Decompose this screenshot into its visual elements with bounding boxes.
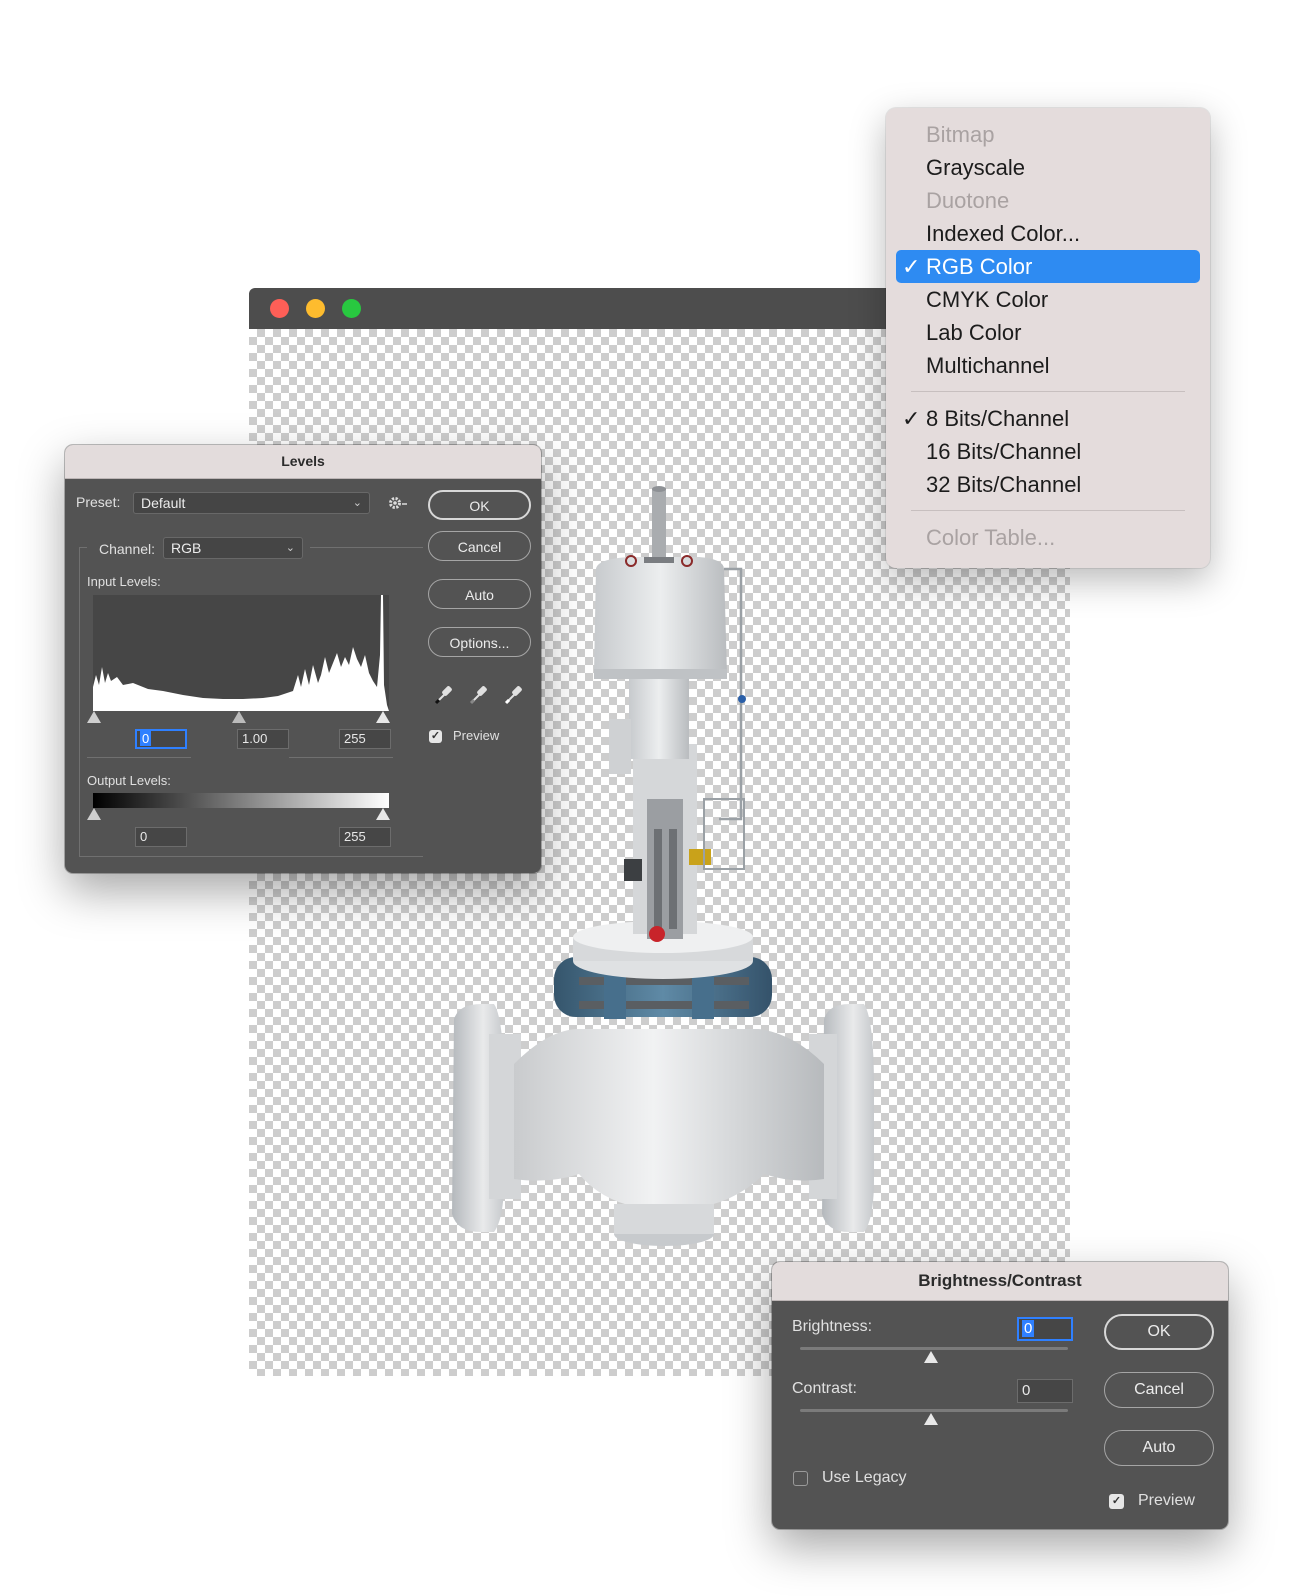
zoom-icon[interactable] <box>342 299 361 318</box>
levels-dialog: Levels Preset: Default ⌄ Channel: RGB ⌄ … <box>65 445 541 873</box>
output-white-field[interactable]: 255 <box>339 827 391 847</box>
menu-item-label: 16 Bits/Channel <box>926 439 1082 464</box>
contrast-label: Contrast: <box>792 1380 857 1397</box>
input-black-value: 0 <box>140 731 152 746</box>
brightness-slider-track[interactable] <box>800 1347 1068 1350</box>
channel-value: RGB <box>171 540 202 556</box>
menu-item-label: 32 Bits/Channel <box>926 472 1082 497</box>
separator <box>87 757 191 758</box>
channel-select[interactable]: RGB ⌄ <box>163 537 303 559</box>
cancel-button[interactable]: Cancel <box>1104 1372 1214 1408</box>
levels-dialog-title: Levels <box>65 445 541 479</box>
separator <box>289 757 393 758</box>
chevron-down-icon: ⌄ <box>352 497 362 509</box>
ok-button[interactable]: OK <box>1104 1314 1214 1350</box>
menu-item-label: CMYK Color <box>926 287 1049 312</box>
levels-preview-label: Preview <box>453 728 500 743</box>
contrast-slider-thumb[interactable] <box>924 1413 938 1425</box>
use-legacy-label: Use Legacy <box>822 1469 907 1486</box>
auto-button[interactable]: Auto <box>428 579 531 609</box>
options-button[interactable]: Options... <box>428 627 531 657</box>
preset-select[interactable]: Default ⌄ <box>133 492 370 514</box>
menu-item-label: 8 Bits/Channel <box>926 406 1070 431</box>
chevron-down-icon: ⌄ <box>285 542 295 554</box>
checkmark-icon: ✓ <box>902 406 921 431</box>
input-levels-label: Input Levels: <box>87 574 161 589</box>
contrast-field[interactable]: 0 <box>1017 1379 1073 1403</box>
menu-item-multichannel[interactable]: Multichannel <box>896 349 1200 382</box>
menu-item-indexed-color[interactable]: Indexed Color... <box>896 217 1200 250</box>
menu-item-label: Duotone <box>926 188 1010 213</box>
brightness-value: 0 <box>1022 1320 1035 1337</box>
menu-item-lab-color[interactable]: Lab Color <box>896 316 1200 349</box>
white-eyedropper-icon[interactable] <box>504 683 524 705</box>
menu-separator <box>911 510 1185 511</box>
minimize-icon[interactable] <box>306 299 325 318</box>
output-white-slider[interactable] <box>376 808 390 820</box>
gray-eyedropper-icon[interactable] <box>469 683 489 705</box>
menu-item-label: Bitmap <box>926 122 995 147</box>
menu-item-label: Grayscale <box>926 155 1026 180</box>
auto-button[interactable]: Auto <box>1104 1430 1214 1466</box>
output-gradient-bar <box>93 793 389 808</box>
channel-group-line <box>310 547 423 548</box>
ok-button[interactable]: OK <box>428 490 531 520</box>
output-black-slider[interactable] <box>87 808 101 820</box>
menu-item-grayscale[interactable]: Grayscale <box>896 151 1200 184</box>
menu-item-label: Lab Color <box>926 320 1022 345</box>
channel-group-line <box>79 856 423 857</box>
bc-preview-label: Preview <box>1138 1492 1195 1509</box>
close-icon[interactable] <box>270 299 289 318</box>
preset-label: Preset: <box>76 494 121 510</box>
channel-group-line <box>79 547 87 548</box>
menu-item-cmyk-color[interactable]: CMYK Color <box>896 283 1200 316</box>
checkmark-icon: ✓ <box>902 254 921 279</box>
menu-item-32-bits[interactable]: 32 Bits/Channel <box>896 468 1200 501</box>
channel-label: Channel: <box>99 541 156 557</box>
menu-item-label: Multichannel <box>926 353 1050 378</box>
output-black-field[interactable]: 0 <box>135 827 187 847</box>
bc-preview-checkbox[interactable]: ✓ <box>1109 1494 1124 1509</box>
gear-icon[interactable] <box>387 494 409 512</box>
menu-item-rgb-color[interactable]: ✓ RGB Color <box>896 250 1200 283</box>
menu-item-label: Color Table... <box>926 525 1056 550</box>
black-eyedropper-icon[interactable] <box>434 683 454 705</box>
menu-item-8-bits[interactable]: ✓ 8 Bits/Channel <box>896 402 1200 435</box>
channel-group-line <box>79 547 80 857</box>
brightness-label: Brightness: <box>792 1318 873 1335</box>
input-white-slider[interactable] <box>376 711 390 723</box>
input-black-slider[interactable] <box>87 711 101 723</box>
preset-value: Default <box>141 495 186 511</box>
output-levels-label: Output Levels: <box>87 773 171 788</box>
menu-separator <box>911 391 1185 392</box>
use-legacy-checkbox[interactable] <box>793 1471 808 1486</box>
brightness-contrast-title: Brightness/Contrast <box>772 1262 1228 1301</box>
contrast-slider-track[interactable] <box>800 1409 1068 1412</box>
menu-item-label: RGB Color <box>926 254 1033 279</box>
menu-item-16-bits[interactable]: 16 Bits/Channel <box>896 435 1200 468</box>
cancel-button[interactable]: Cancel <box>428 531 531 561</box>
histogram <box>93 595 389 711</box>
input-white-field[interactable]: 255 <box>339 729 391 749</box>
levels-preview-checkbox[interactable]: ✓ <box>429 730 442 743</box>
brightness-contrast-dialog: Brightness/Contrast Brightness: 0 Contra… <box>772 1262 1228 1529</box>
menu-item-bitmap[interactable]: Bitmap <box>896 118 1200 151</box>
brightness-field[interactable]: 0 <box>1017 1317 1073 1341</box>
menu-item-label: Indexed Color... <box>926 221 1081 246</box>
menu-item-color-table[interactable]: Color Table... <box>896 521 1200 554</box>
input-gamma-field[interactable]: 1.00 <box>237 729 289 749</box>
input-black-field[interactable]: 0 <box>135 729 187 749</box>
brightness-slider-thumb[interactable] <box>924 1351 938 1363</box>
menu-item-duotone[interactable]: Duotone <box>896 184 1200 217</box>
image-mode-menu: Bitmap Grayscale Duotone Indexed Color..… <box>886 108 1210 568</box>
input-gamma-slider[interactable] <box>232 711 246 723</box>
